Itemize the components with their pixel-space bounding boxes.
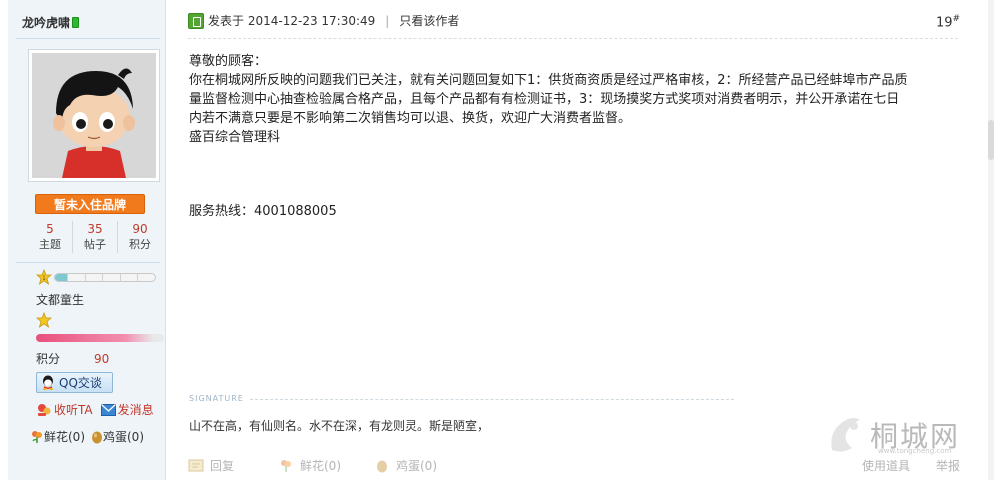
divider: [16, 38, 160, 39]
posted-prefix: 发表于: [208, 14, 245, 28]
stat-label: 主题: [39, 238, 61, 251]
stat-label: 帖子: [84, 238, 106, 251]
score-value: 90: [94, 352, 110, 366]
post-line: 尊敬的顾客：: [189, 54, 268, 69]
floor-mark: #: [952, 14, 961, 24]
stat-value: 90: [132, 222, 148, 236]
post-line: 内若不满意只要是不影响第二次销售均可以退、换货，欢迎广大消费者监督。: [189, 111, 632, 126]
flower-icon: [32, 430, 42, 443]
signature-text: 山不在高，有仙则名。水不在深，有龙则灵。斯是陋室，: [189, 419, 490, 433]
send-flower-button[interactable]: 鲜花(0): [30, 428, 85, 445]
username-row: 龙吟虎啸: [22, 14, 80, 31]
watermark-url: www.tongcheng.com: [878, 447, 952, 455]
post-header: 发表于 2014-12-23 17:30:49 | 只看该作者: [188, 12, 459, 29]
score-row: 积分 90: [36, 350, 109, 367]
user-rank: 文都童生: [36, 293, 85, 307]
post-line: 你在桐城网所反映的问题我们已关注，就有关问题回复如下1：供货商资质是经过严格审核…: [189, 73, 908, 88]
username[interactable]: 龙吟虎啸: [22, 14, 70, 31]
service-hotline: 服务热线：4001088005: [189, 204, 337, 219]
egg-icon: [377, 460, 387, 472]
flower-label: 鲜花(0): [300, 459, 341, 473]
reply-label: 回复: [210, 459, 235, 473]
scrollbar[interactable]: [988, 0, 994, 480]
level-badge-icon: 1: [36, 269, 52, 285]
flower-label: 鲜花(0): [44, 430, 85, 444]
avatar[interactable]: [28, 49, 160, 182]
send-message-button[interactable]: 发消息: [100, 401, 154, 418]
floor-number[interactable]: 19#: [936, 14, 960, 30]
qq-chat-button[interactable]: QQ交谈: [36, 372, 113, 393]
user-panel: 龙吟虎啸 暂未入住品牌 5 主题 35 帖子 90 积分 1 文都童生 积分 9…: [8, 0, 166, 480]
post-line: 量监督检测中心抽查检验属合格产品，且每个产品都有有检测证书，3：现场摸奖方式奖项…: [189, 92, 900, 107]
egg-button[interactable]: 鸡蛋(0): [374, 457, 437, 474]
stat-threads[interactable]: 5 主题: [28, 221, 73, 253]
separator: |: [385, 13, 390, 28]
floor-value: 19: [936, 15, 953, 31]
qq-chat-label: QQ交谈: [59, 376, 102, 390]
mobile-icon: [72, 17, 80, 28]
egg-label: 鸡蛋(0): [396, 459, 437, 473]
avatar-image: [32, 53, 156, 178]
stat-value: 5: [46, 222, 54, 236]
header-divider: [188, 38, 958, 39]
rank-progress-bar: [36, 334, 164, 342]
reply-button[interactable]: 回复: [188, 457, 234, 474]
stat-posts[interactable]: 35 帖子: [73, 221, 118, 253]
send-message-label: 发消息: [117, 403, 154, 417]
posted-time: 2014-12-23 17:30:49: [247, 13, 376, 28]
qq-icon: [43, 375, 53, 390]
signature-title: SIGNATURE: [189, 394, 244, 403]
level-badge-number: 1: [42, 275, 46, 282]
only-author-link[interactable]: 只看该作者: [399, 12, 459, 29]
level-progress-bar: [54, 273, 156, 282]
stat-points[interactable]: 90 积分: [118, 221, 162, 253]
stat-value: 35: [87, 222, 103, 236]
egg-icon: [92, 431, 102, 443]
signature-divider: [250, 399, 734, 400]
send-egg-button[interactable]: 鸡蛋(0): [91, 428, 144, 445]
post-icon: [188, 12, 204, 29]
flower-button[interactable]: 鲜花(0): [278, 457, 341, 474]
follow-icon: [38, 403, 51, 416]
user-stats: 5 主题 35 帖子 90 积分: [28, 221, 162, 253]
follow-label: 收听TA: [54, 403, 93, 417]
follow-button[interactable]: 收听TA: [36, 401, 93, 418]
post-content: 尊敬的顾客： 你在桐城网所反映的问题我们已关注，就有关问题回复如下1：供货商资质…: [189, 52, 964, 147]
reply-icon: [188, 459, 204, 471]
envelope-icon: [100, 403, 116, 416]
user-actions: 收听TA 发消息: [36, 401, 162, 418]
gift-actions: 鲜花(0) 鸡蛋(0): [30, 428, 150, 445]
scrollbar-thumb[interactable]: [988, 120, 994, 160]
post-line: 盛百综合管理科: [189, 130, 281, 145]
brand-badge-button[interactable]: 暂未入住品牌: [35, 194, 145, 214]
stat-label: 积分: [129, 238, 151, 251]
level-progress-fill: [55, 274, 67, 281]
flower-icon: [281, 459, 291, 472]
divider: [16, 262, 160, 263]
egg-label: 鸡蛋(0): [103, 430, 144, 444]
score-label: 积分: [36, 352, 61, 366]
star-icon: [36, 312, 52, 328]
